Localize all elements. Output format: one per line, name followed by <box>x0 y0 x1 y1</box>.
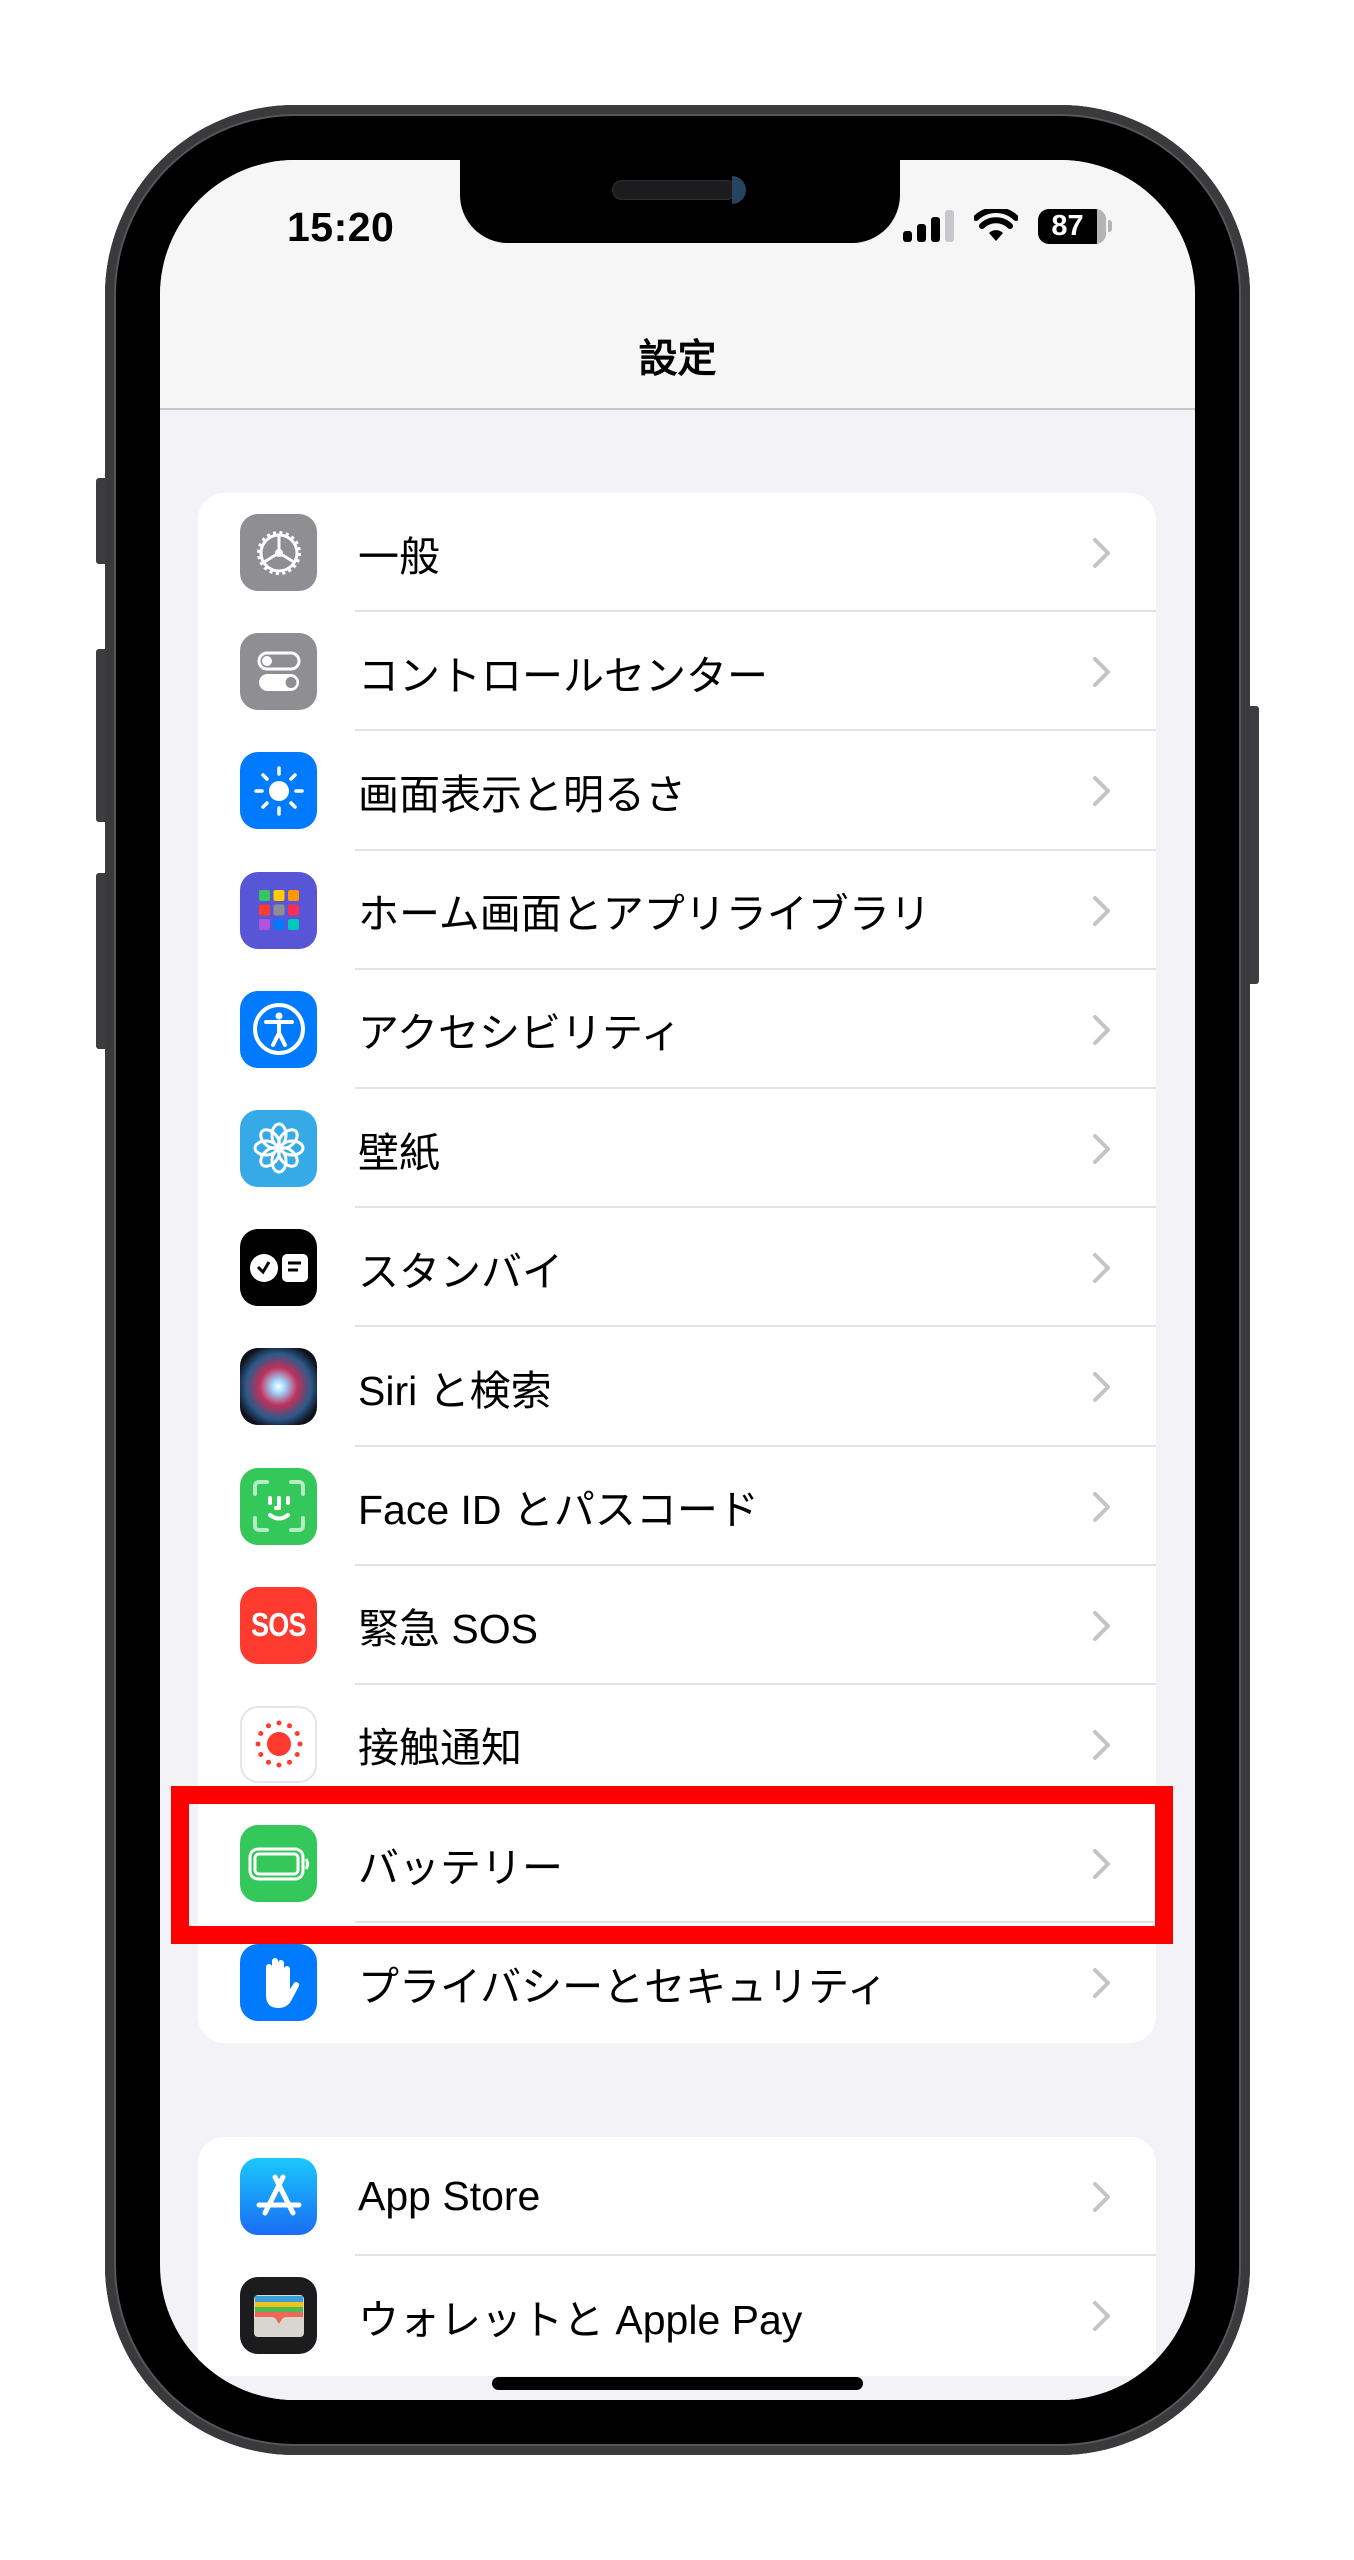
battery-icon <box>240 1825 317 1903</box>
row-label: Face ID とパスコード <box>358 1487 759 1534</box>
row-label: 画面表示と明るさ <box>358 771 686 818</box>
settings-row-exposure-notifications[interactable]: 接触通知 <box>198 1685 1156 1805</box>
row-label: ホーム画面とアプリライブラリ <box>358 891 931 938</box>
chevron-right-icon <box>1093 776 1110 807</box>
row-label: スタンバイ <box>358 1248 563 1295</box>
chevron-right-icon <box>1093 2182 1110 2212</box>
chevron-right-icon <box>1093 1372 1110 1403</box>
row-label: Siri と検索 <box>358 1367 552 1414</box>
settings-row-home-screen[interactable]: ホーム画面とアプリライブラリ <box>198 851 1156 970</box>
settings-row-display-brightness[interactable]: 画面表示と明るさ <box>198 731 1156 851</box>
settings-row-face-id[interactable]: Face ID とパスコード <box>198 1447 1156 1566</box>
home-indicator[interactable] <box>492 2377 863 2390</box>
row-label: 一般 <box>358 533 440 580</box>
settings-row-standby[interactable]: スタンバイ <box>198 1208 1156 1328</box>
app-grid-icon <box>240 871 317 949</box>
power-button <box>1250 706 1259 984</box>
settings-row-control-center[interactable]: コントロールセンター <box>198 612 1156 732</box>
settings-row-accessibility[interactable]: アクセシビリティ <box>198 970 1156 1089</box>
settings-row-app-store[interactable]: App Store <box>198 2137 1156 2257</box>
exposure-notification-icon <box>240 1705 317 1783</box>
chevron-right-icon <box>1093 1014 1110 1045</box>
row-label: コントロールセンター <box>358 652 768 699</box>
settings-row-wallet-apple-pay[interactable]: ウォレットと Apple Pay <box>198 2256 1156 2375</box>
sos-icon: SOS <box>240 1586 317 1664</box>
chevron-right-icon <box>1093 1133 1110 1164</box>
chevron-right-icon <box>1093 2301 1110 2332</box>
row-label: 壁紙 <box>358 1129 440 1176</box>
battery-status-icon: 87 <box>1038 208 1106 244</box>
settings-group-1: 一般 コントロールセンター 画面表示と明るさ ホーム画面とアプリライブラリ アク… <box>198 493 1156 2043</box>
wifi-icon <box>974 209 1018 241</box>
settings-row-battery[interactable]: バッテリー <box>198 1804 1156 1924</box>
row-label: ウォレットと Apple Pay <box>358 2296 803 2343</box>
gear-icon <box>240 514 317 591</box>
chevron-right-icon <box>1093 1729 1110 1760</box>
volume-down-button <box>96 873 105 1049</box>
chevron-right-icon <box>1093 895 1110 926</box>
hand-icon <box>240 1944 317 2022</box>
navigation-header: 15:20 87 設定 <box>160 160 1195 410</box>
notch <box>460 160 900 243</box>
siri-orb-icon <box>240 1348 317 1426</box>
row-label: バッテリー <box>358 1844 563 1891</box>
chevron-right-icon <box>1093 1491 1110 1522</box>
volume-up-button <box>96 649 105 822</box>
screen: 15:20 87 設定 一般 コントロールセンター 画面表示と明るさ ホーム画面… <box>160 160 1195 2400</box>
chevron-right-icon <box>1093 1968 1110 1999</box>
status-time: 15:20 <box>287 204 395 250</box>
earpiece-speaker <box>612 180 737 200</box>
battery-percent: 87 <box>1051 209 1084 242</box>
front-camera <box>732 176 746 204</box>
page-title: 設定 <box>638 338 717 381</box>
sun-icon <box>240 752 317 830</box>
settings-group-2: App Store ウォレットと Apple Pay <box>198 2137 1156 2400</box>
toggle-switches-icon <box>240 633 317 711</box>
app-store-icon <box>240 2158 317 2235</box>
standby-clock-icon <box>240 1229 317 1307</box>
settings-row-privacy-security[interactable]: プライバシーとセキュリティ <box>198 1923 1156 2042</box>
chevron-right-icon <box>1093 1610 1110 1641</box>
accessibility-person-icon <box>240 990 317 1068</box>
row-label: 緊急 SOS <box>358 1606 538 1653</box>
wallet-icon <box>240 2277 317 2355</box>
row-label: アクセシビリティ <box>358 1010 682 1057</box>
face-id-icon <box>240 1467 317 1545</box>
row-label: App Store <box>358 2173 541 2220</box>
settings-row-general[interactable]: 一般 <box>198 493 1156 613</box>
row-label: プライバシーとセキュリティ <box>358 1963 888 2010</box>
chevron-right-icon <box>1093 1849 1110 1880</box>
action-button <box>96 478 105 564</box>
chevron-right-icon <box>1093 657 1110 688</box>
settings-row-emergency-sos[interactable]: SOS 緊急 SOS <box>198 1566 1156 1685</box>
row-label: 接触通知 <box>358 1725 522 1772</box>
chevron-right-icon <box>1093 1253 1110 1284</box>
flower-icon <box>240 1109 317 1187</box>
settings-row-siri-search[interactable]: Siri と検索 <box>198 1327 1156 1447</box>
sos-icon-text: SOS <box>251 1606 307 1644</box>
chevron-right-icon <box>1093 538 1110 568</box>
status-indicators: 87 <box>903 208 1112 244</box>
settings-row-wallpaper[interactable]: 壁紙 <box>198 1089 1156 1209</box>
cellular-signal-icon <box>903 210 954 242</box>
